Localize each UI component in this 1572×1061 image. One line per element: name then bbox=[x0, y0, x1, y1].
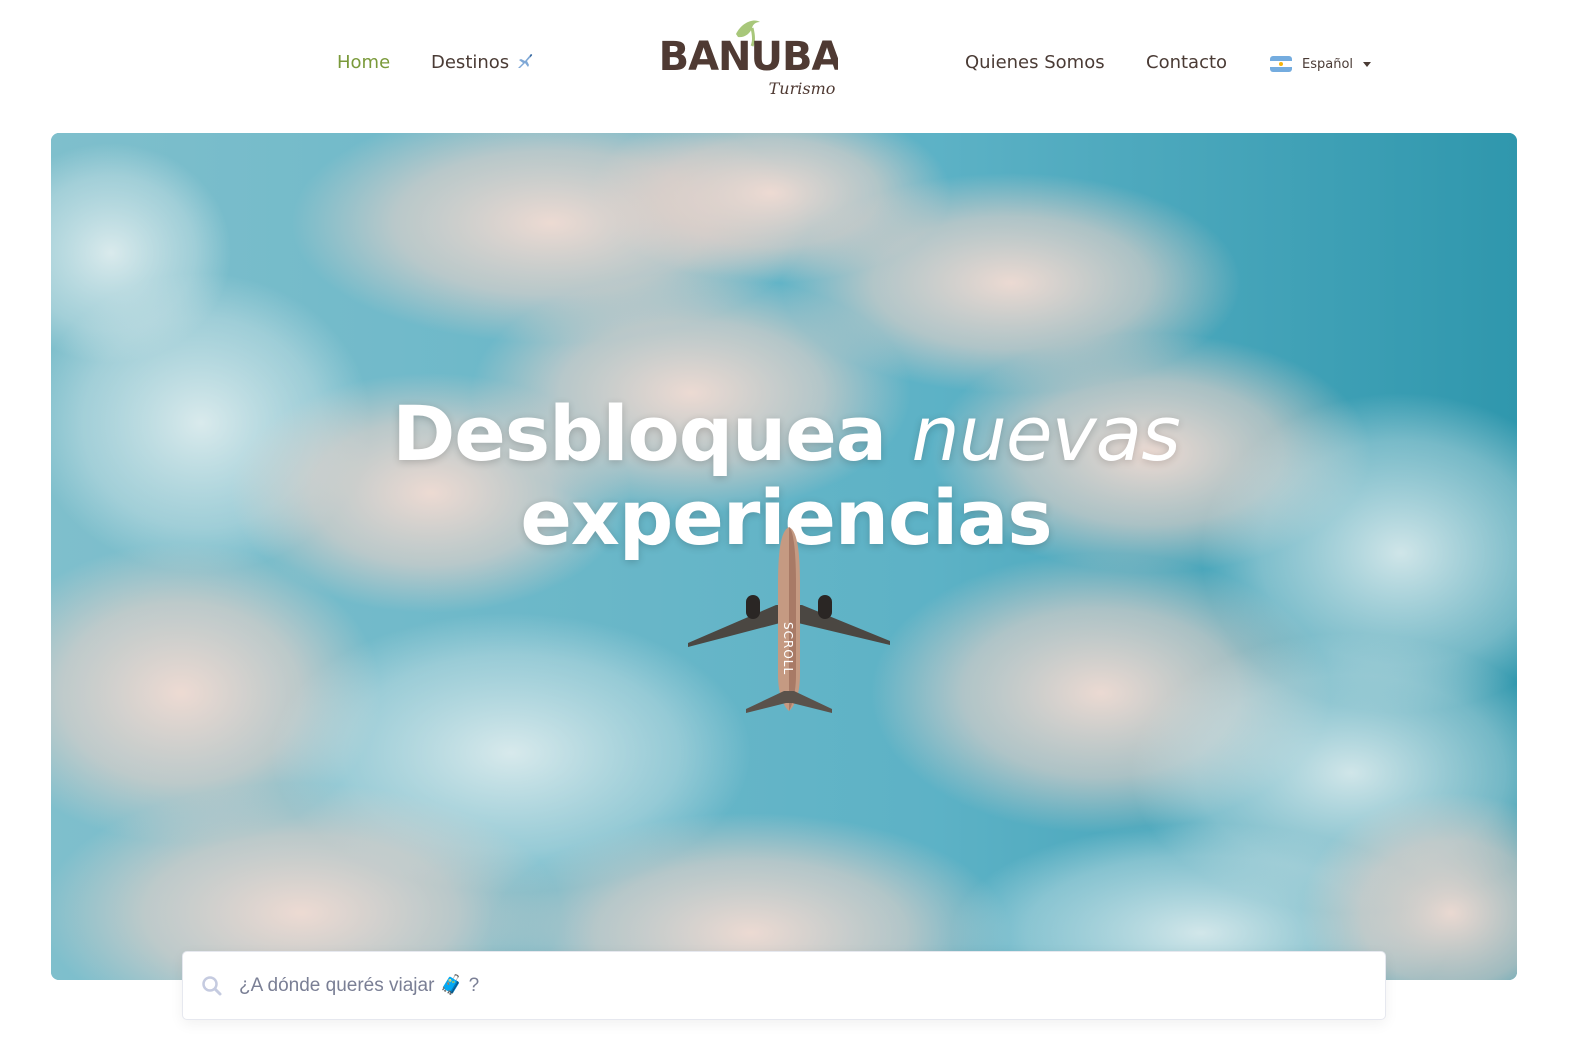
chevron-down-icon bbox=[1363, 61, 1372, 67]
nav-destinos-label: Destinos bbox=[431, 52, 510, 73]
nav-home-link[interactable]: Home bbox=[337, 50, 390, 76]
banuba-logo[interactable]: BANUBA Turismo bbox=[659, 12, 843, 104]
nav-destinos-link[interactable]: Destinos bbox=[431, 50, 535, 79]
language-label: Español bbox=[1302, 56, 1354, 72]
page: Home Destinos BANUBA Turismo Quienes Som… bbox=[0, 0, 1572, 1061]
scroll-indicator[interactable]: SCROLL bbox=[781, 622, 795, 675]
search-input[interactable] bbox=[239, 965, 1385, 1006]
search-icon bbox=[202, 975, 222, 995]
headline-italic: nuevas bbox=[911, 389, 1181, 478]
headline-bold: Desbloquea bbox=[392, 389, 887, 478]
svg-text:BANUBA: BANUBA bbox=[662, 34, 838, 80]
airplane-icon bbox=[515, 51, 535, 79]
nav-quienes-somos-link[interactable]: Quienes Somos bbox=[965, 50, 1105, 76]
airplane-image bbox=[686, 525, 892, 717]
svg-text:Turismo: Turismo bbox=[769, 79, 836, 98]
headline-line-1: Desbloquea nuevas bbox=[0, 392, 1572, 476]
language-selector[interactable]: Español bbox=[1270, 52, 1372, 76]
argentina-flag-icon bbox=[1270, 56, 1292, 72]
destination-search-bar[interactable] bbox=[182, 951, 1386, 1020]
nav-contacto-link[interactable]: Contacto bbox=[1146, 50, 1227, 76]
